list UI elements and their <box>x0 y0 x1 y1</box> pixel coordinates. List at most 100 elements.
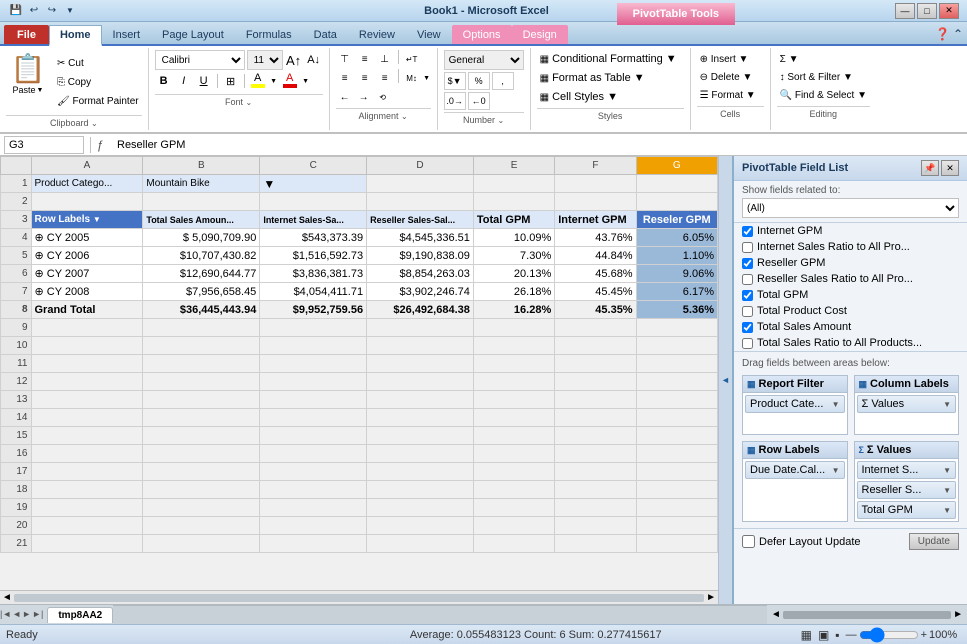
first-tab-arrow[interactable]: |◄ <box>0 609 11 619</box>
zoom-in-btn[interactable]: + <box>921 629 927 641</box>
next-tab-arrow[interactable]: ► <box>22 609 31 619</box>
cell-F7[interactable]: 45.45% <box>555 283 636 301</box>
field-item-total-product-cost[interactable]: Total Product Cost <box>734 303 967 319</box>
align-bottom-btn[interactable]: ⊥ <box>376 50 394 68</box>
function-wizard-icon[interactable]: ƒ <box>97 138 113 152</box>
cell-C1[interactable]: ▼ <box>260 175 367 193</box>
copy-button[interactable]: ⎘ Copy <box>54 73 142 91</box>
field-item-total-sales-ratio[interactable]: Total Sales Ratio to All Products... <box>734 335 967 351</box>
cell-F6[interactable]: 45.68% <box>555 265 636 283</box>
hscroll-left-btn[interactable]: ◄ <box>771 609 781 620</box>
find-select-btn[interactable]: 🔍 Find & Select ▼ <box>777 86 870 104</box>
cell-D3[interactable]: Reseller Sales-Sal... <box>367 211 474 229</box>
cell-reference-box[interactable] <box>4 136 84 154</box>
due-date-dropdown[interactable]: ▼ <box>832 466 840 475</box>
cell-C6[interactable]: $3,836,381.73 <box>260 265 367 283</box>
indent-decrease-btn[interactable]: ← <box>336 88 354 106</box>
autosum-btn[interactable]: Σ ▼ <box>777 50 870 68</box>
values-dropdown[interactable]: ▼ <box>943 400 951 409</box>
normal-view-btn[interactable]: ▦ <box>801 628 812 642</box>
cell-B6[interactable]: $12,690,644.77 <box>143 265 260 283</box>
tab-formulas[interactable]: Formulas <box>235 25 303 44</box>
underline-button[interactable]: U <box>195 72 213 90</box>
cell-F5[interactable]: 44.84% <box>555 247 636 265</box>
col-header-B[interactable]: B <box>143 157 260 175</box>
align-middle-btn[interactable]: ≡ <box>356 50 374 68</box>
due-date-tag[interactable]: Due Date.Cal... ▼ <box>745 461 845 479</box>
cell-F2[interactable] <box>555 193 636 211</box>
align-top-btn[interactable]: ⊤ <box>336 50 354 68</box>
increase-decimal-btn[interactable]: .0→ <box>444 92 466 110</box>
field-item-reseller-gpm[interactable]: Reseller GPM <box>734 255 967 271</box>
align-right-btn[interactable]: ≡ <box>376 69 394 87</box>
tab-options[interactable]: Options <box>452 25 512 44</box>
restore-btn[interactable]: □ <box>917 3 937 19</box>
product-cate-dropdown[interactable]: ▼ <box>832 400 840 409</box>
bold-button[interactable]: B <box>155 72 173 90</box>
field-item-total-gpm[interactable]: Total GPM <box>734 287 967 303</box>
cell-E8[interactable]: 16.28% <box>473 301 554 319</box>
cell-G6[interactable]: 9.06% <box>636 265 717 283</box>
zoom-out-btn[interactable]: — <box>846 629 857 641</box>
reseller-s-tag[interactable]: Reseller S... ▼ <box>857 481 957 499</box>
cell-B7[interactable]: $7,956,658.45 <box>143 283 260 301</box>
decrease-font-btn[interactable]: A↓ <box>305 51 323 69</box>
number-format-selector[interactable]: General <box>444 50 524 70</box>
currency-btn[interactable]: $▼ <box>444 72 466 90</box>
cell-D8[interactable]: $26,492,684.38 <box>367 301 474 319</box>
cell-C4[interactable]: $543,373.39 <box>260 229 367 247</box>
cell-C5[interactable]: $1,516,592.73 <box>260 247 367 265</box>
italic-button[interactable]: I <box>175 72 193 90</box>
cell-B5[interactable]: $10,707,430.82 <box>143 247 260 265</box>
insert-btn[interactable]: ⊕ Insert ▼ <box>697 50 764 68</box>
fields-selector[interactable]: (All) <box>742 198 959 218</box>
cell-G1[interactable] <box>636 175 717 193</box>
cell-F3[interactable]: Internet GPM <box>555 211 636 229</box>
cell-A7[interactable]: ⊕ CY 2008 <box>31 283 143 301</box>
decrease-decimal-btn[interactable]: ←0 <box>468 92 490 110</box>
cell-G2[interactable] <box>636 193 717 211</box>
col-header-D[interactable]: D <box>367 157 474 175</box>
cell-C8[interactable]: $9,952,759.56 <box>260 301 367 319</box>
delete-btn[interactable]: ⊖ Delete ▼ <box>697 68 764 86</box>
field-item-internet-sales-ratio[interactable]: Internet Sales Ratio to All Pro... <box>734 239 967 255</box>
undo-icon[interactable]: ↩ <box>26 3 42 19</box>
sheet-wrapper[interactable]: A B C D E F G 1 Product Catego... Mounta… <box>0 156 718 590</box>
page-layout-view-btn[interactable]: ▣ <box>818 628 829 642</box>
tab-insert[interactable]: Insert <box>102 25 152 44</box>
cell-G4[interactable]: 6.05% <box>636 229 717 247</box>
redo-icon[interactable]: ↪ <box>44 3 60 19</box>
field-item-reseller-sales-ratio[interactable]: Reseller Sales Ratio to All Pro... <box>734 271 967 287</box>
wrap-text-btn[interactable]: ↵T <box>403 50 421 68</box>
cell-G5[interactable]: 1.10% <box>636 247 717 265</box>
conditional-formatting-btn[interactable]: ▦ Conditional Formatting ▼ <box>537 50 684 68</box>
cell-E1[interactable] <box>473 175 554 193</box>
cell-A4[interactable]: ⊕ CY 2005 <box>31 229 143 247</box>
cell-D2[interactable] <box>367 193 474 211</box>
internet-s-tag[interactable]: Internet S... ▼ <box>857 461 957 479</box>
cell-E7[interactable]: 26.18% <box>473 283 554 301</box>
cell-E3[interactable]: Total GPM <box>473 211 554 229</box>
product-cate-tag[interactable]: Product Cate... ▼ <box>745 395 845 413</box>
align-left-btn[interactable]: ≡ <box>336 69 354 87</box>
fill-color-button[interactable]: A <box>249 72 267 90</box>
cell-A6[interactable]: ⊕ CY 2007 <box>31 265 143 283</box>
cell-F4[interactable]: 43.76% <box>555 229 636 247</box>
cut-button[interactable]: ✂ Cut <box>54 54 142 72</box>
sort-filter-btn[interactable]: ↕ Sort & Filter ▼ <box>777 68 870 86</box>
cell-D4[interactable]: $4,545,336.51 <box>367 229 474 247</box>
defer-checkbox[interactable] <box>742 535 755 548</box>
col-header-G[interactable]: G <box>636 157 717 175</box>
cell-E6[interactable]: 20.13% <box>473 265 554 283</box>
dropdown-icon[interactable]: ▼ <box>62 3 78 19</box>
pivot-pin-btn[interactable]: 📌 <box>921 160 939 176</box>
page-break-view-btn[interactable]: ▪ <box>835 628 839 642</box>
cell-G7[interactable]: 6.17% <box>636 283 717 301</box>
formula-input[interactable] <box>117 136 963 154</box>
save-icon[interactable]: 💾 <box>8 3 24 19</box>
cell-A2[interactable] <box>31 193 143 211</box>
cell-C7[interactable]: $4,054,411.71 <box>260 283 367 301</box>
increase-font-btn[interactable]: A↑ <box>285 51 303 69</box>
cell-C3[interactable]: Internet Sales-Sa... <box>260 211 367 229</box>
font-selector[interactable]: Calibri <box>155 50 245 70</box>
